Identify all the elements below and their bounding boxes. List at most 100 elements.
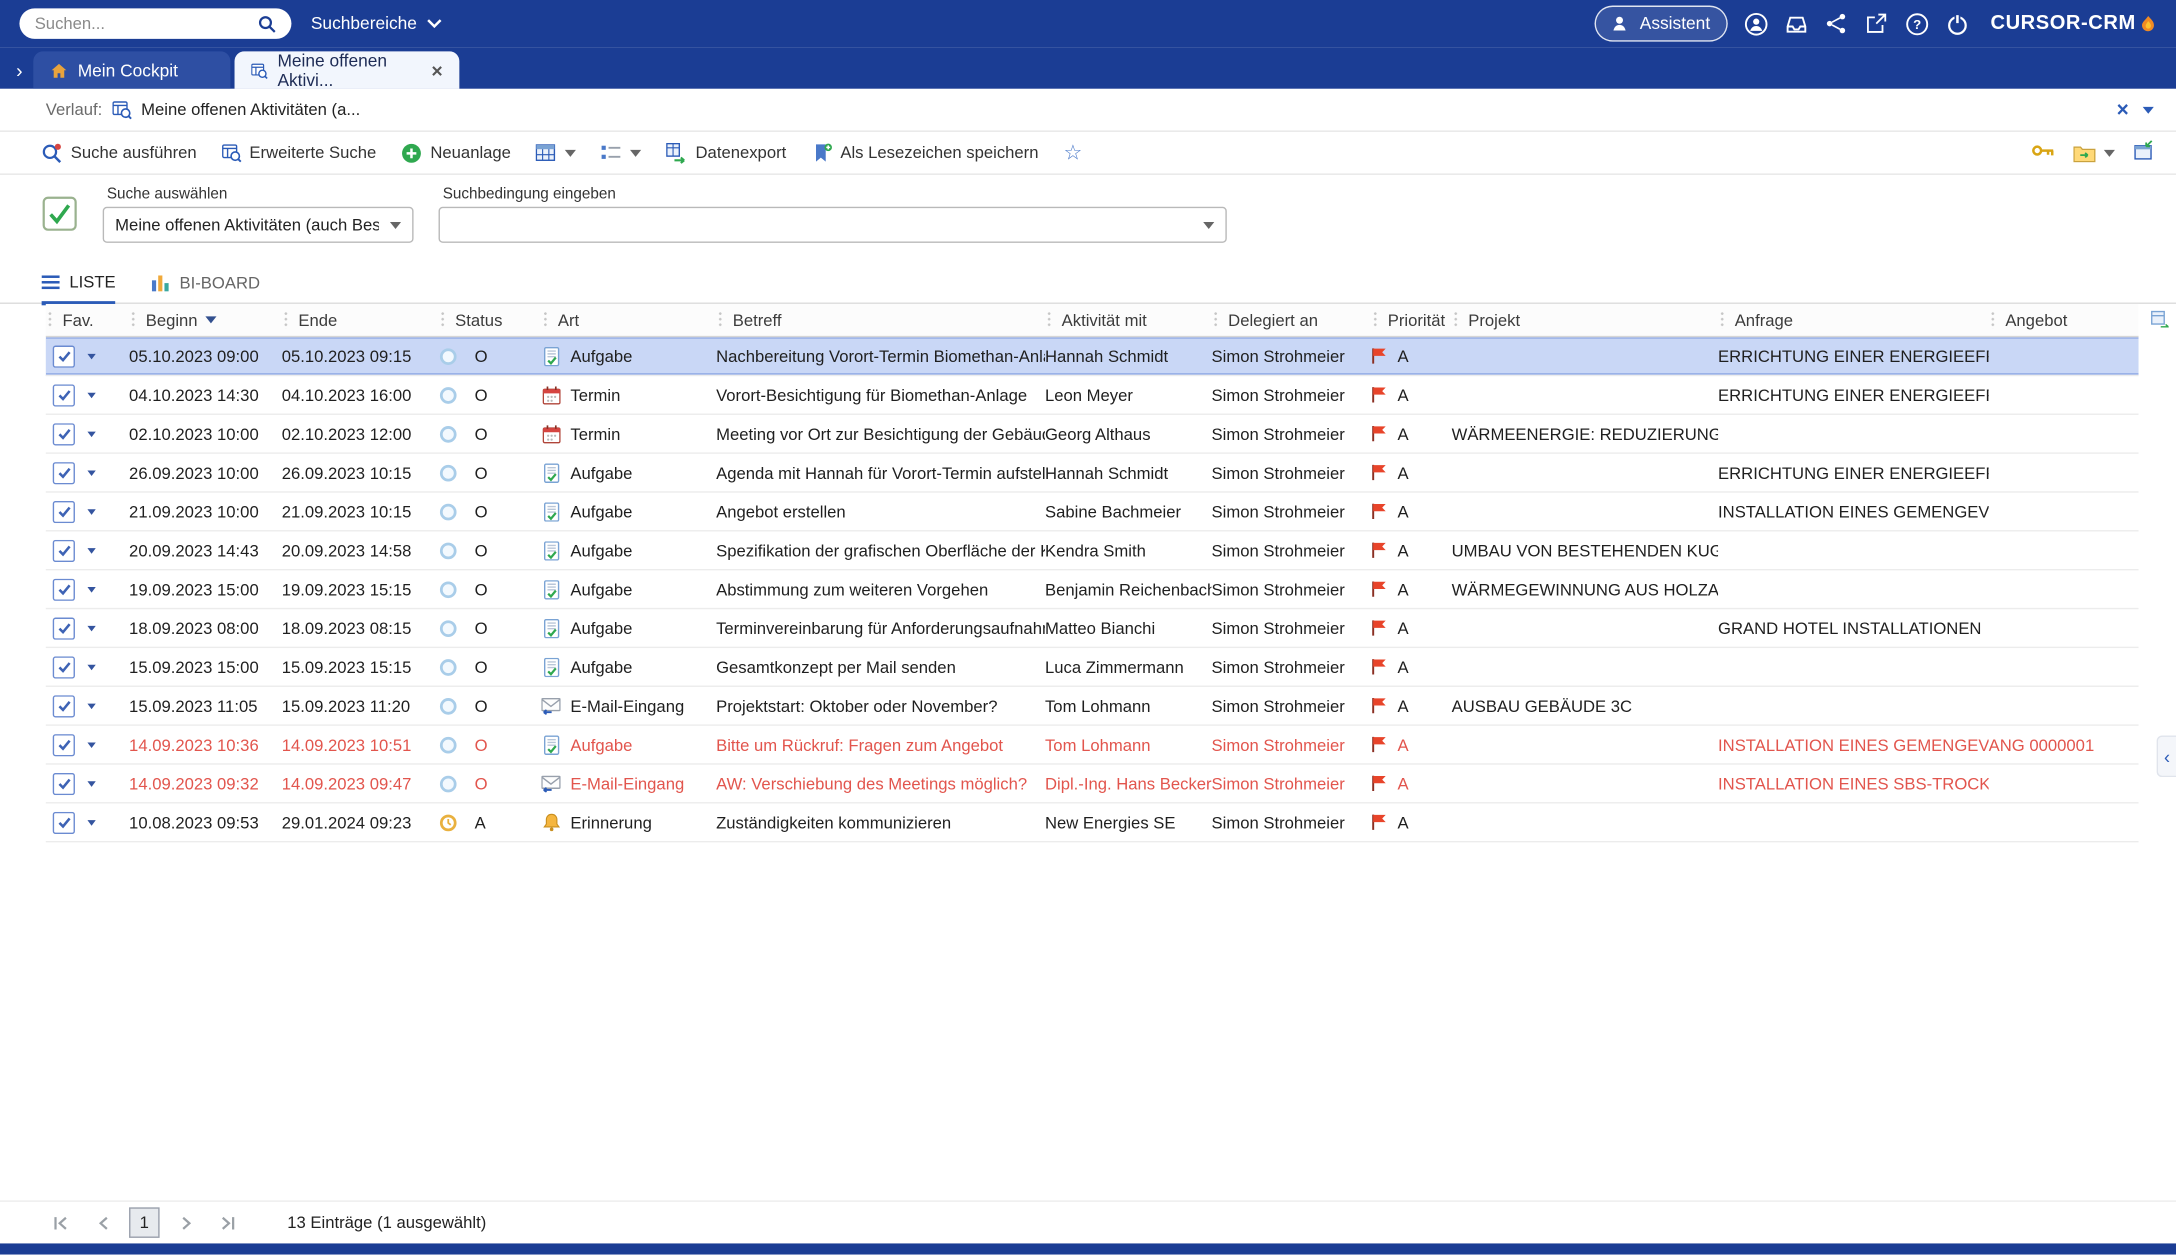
new-record-button[interactable]: Neuanlage xyxy=(401,142,511,163)
column-drag-handle[interactable] xyxy=(130,310,137,329)
column-header-art[interactable]: Art xyxy=(541,310,716,330)
favorite-checkbox[interactable] xyxy=(52,694,75,717)
column-header-status[interactable]: Status xyxy=(439,310,542,330)
favorite-checkbox[interactable] xyxy=(52,772,75,795)
table-import-icon[interactable] xyxy=(2133,140,2154,165)
table-row[interactable]: 26.09.2023 10:00 26.09.2023 10:15 O Aufg… xyxy=(45,454,2139,493)
search-icon[interactable] xyxy=(254,11,279,36)
favorite-checkbox[interactable] xyxy=(52,733,75,756)
row-menu-caret[interactable] xyxy=(87,353,96,359)
column-drag-handle[interactable] xyxy=(1372,310,1379,329)
column-drag-handle[interactable] xyxy=(1719,310,1725,329)
favorite-star-icon[interactable]: ☆ xyxy=(1063,142,1082,163)
pager-prev-button[interactable] xyxy=(87,1209,118,1237)
column-drag-handle[interactable] xyxy=(1212,310,1219,329)
share-icon[interactable] xyxy=(1824,11,1849,36)
table-row[interactable]: 02.10.2023 10:00 02.10.2023 12:00 O Term… xyxy=(45,415,2139,454)
row-menu-caret[interactable] xyxy=(87,819,96,826)
pager-next-button[interactable] xyxy=(171,1209,202,1237)
table-row[interactable]: 21.09.2023 10:00 21.09.2023 10:15 O Aufg… xyxy=(45,493,2139,532)
favorite-checkbox[interactable] xyxy=(52,422,75,445)
column-drag-handle[interactable] xyxy=(47,310,53,329)
favorite-checkbox[interactable] xyxy=(52,383,75,406)
tab-close-icon[interactable]: × xyxy=(431,60,442,79)
permissions-key-icon[interactable] xyxy=(2032,142,2056,164)
history-close-icon[interactable]: × xyxy=(2117,99,2129,120)
save-bookmark-button[interactable]: Als Lesezeichen speichern xyxy=(811,142,1038,163)
pager-last-button[interactable] xyxy=(212,1209,243,1237)
pager-first-button[interactable] xyxy=(46,1209,77,1237)
data-export-button[interactable]: Datenexport xyxy=(666,142,786,164)
favorite-checkbox[interactable] xyxy=(52,655,75,678)
table-row[interactable]: 20.09.2023 14:43 20.09.2023 14:58 O Aufg… xyxy=(45,532,2139,571)
row-menu-caret[interactable] xyxy=(87,392,96,398)
column-drag-handle[interactable] xyxy=(542,310,549,329)
run-search-button[interactable]: Suche ausführen xyxy=(42,142,197,163)
tab-mein-cockpit[interactable]: Mein Cockpit xyxy=(33,51,231,89)
column-header-betreff[interactable]: Betreff xyxy=(716,310,1045,330)
view-tab-liste[interactable]: LISTE xyxy=(41,272,116,306)
column-header-projekt[interactable]: Projekt xyxy=(1452,310,1718,330)
advanced-search-button[interactable]: Erweiterte Suche xyxy=(221,143,376,162)
column-drag-handle[interactable] xyxy=(283,310,289,329)
table-row[interactable]: 10.08.2023 09:53 29.01.2024 09:23 A Erin… xyxy=(45,804,2139,843)
favorite-checkbox[interactable] xyxy=(52,344,75,368)
table-row[interactable]: 14.09.2023 09:32 14.09.2023 09:47 O E-Ma… xyxy=(45,765,2139,804)
open-window-icon[interactable] xyxy=(1864,11,1889,36)
favorite-checkbox[interactable] xyxy=(52,616,75,640)
open-folder-dropdown[interactable] xyxy=(2073,144,2115,162)
row-menu-caret[interactable] xyxy=(87,741,96,748)
right-panel-expander[interactable]: ‹ xyxy=(2156,735,2176,778)
column-header-beginn[interactable]: Beginn xyxy=(129,310,282,330)
favorite-checkbox[interactable] xyxy=(52,811,75,834)
account-icon[interactable] xyxy=(1743,11,1768,36)
column-header-angebot[interactable]: Angebot xyxy=(1989,310,2169,330)
global-search-input[interactable] xyxy=(31,12,246,35)
search-condition-dropdown[interactable] xyxy=(438,206,1227,243)
row-menu-caret[interactable] xyxy=(87,508,96,515)
list-view-dropdown[interactable] xyxy=(601,143,642,162)
search-scope-dropdown[interactable]: Suchbereiche xyxy=(311,14,443,33)
column-header-ende[interactable]: Ende xyxy=(282,310,439,330)
global-search[interactable] xyxy=(19,8,292,39)
row-menu-caret[interactable] xyxy=(87,586,96,592)
pager-current-page[interactable]: 1 xyxy=(129,1207,160,1238)
table-row[interactable]: 14.09.2023 10:36 14.09.2023 10:51 O Aufg… xyxy=(45,726,2139,765)
row-menu-caret[interactable] xyxy=(87,702,96,709)
table-row[interactable]: 15.09.2023 15:00 15.09.2023 15:15 O Aufg… xyxy=(45,648,2139,687)
table-view-dropdown[interactable] xyxy=(535,143,577,162)
table-row[interactable]: 15.09.2023 11:05 15.09.2023 11:20 O E-Ma… xyxy=(45,687,2139,726)
row-menu-caret[interactable] xyxy=(87,625,96,631)
row-menu-caret[interactable] xyxy=(87,469,96,476)
table-row[interactable]: 05.10.2023 09:00 05.10.2023 09:15 O Aufg… xyxy=(45,337,2139,377)
table-row[interactable]: 04.10.2023 14:30 04.10.2023 16:00 O Term… xyxy=(45,376,2139,415)
assistant-button[interactable]: Assistent xyxy=(1593,5,1729,42)
column-drag-handle[interactable] xyxy=(1990,310,1996,329)
table-row[interactable]: 18.09.2023 08:00 18.09.2023 08:15 O Aufg… xyxy=(45,609,2139,649)
column-header-delegiert-an[interactable]: Delegiert an xyxy=(1212,310,1372,330)
favorite-checkbox[interactable] xyxy=(52,539,75,562)
view-tab-bi-board[interactable]: BI-BOARD xyxy=(152,273,260,302)
help-icon[interactable]: ? xyxy=(1904,11,1929,36)
column-drag-handle[interactable] xyxy=(717,310,724,329)
favorite-checkbox[interactable] xyxy=(52,578,75,601)
row-menu-caret[interactable] xyxy=(87,430,96,437)
row-menu-caret[interactable] xyxy=(87,664,96,670)
column-header-fav[interactable]: Fav. xyxy=(46,310,129,330)
panel-expand-chevron[interactable]: › xyxy=(6,60,34,89)
table-row[interactable]: 19.09.2023 15:00 19.09.2023 15:15 O Aufg… xyxy=(45,570,2139,610)
column-drag-handle[interactable] xyxy=(439,310,446,329)
search-select-dropdown[interactable]: Meine offenen Aktivitäten (auch Besp... xyxy=(102,206,414,243)
history-chevron-icon[interactable] xyxy=(2142,106,2154,114)
column-header-aktivitaet-mit[interactable]: Aktivität mit xyxy=(1045,310,1212,330)
column-drag-handle[interactable] xyxy=(1046,310,1052,329)
history-value[interactable]: Meine offenen Aktivitäten (a... xyxy=(141,100,360,119)
column-header-anfrage[interactable]: Anfrage xyxy=(1718,310,1989,330)
logout-power-icon[interactable] xyxy=(1945,11,1970,36)
row-menu-caret[interactable] xyxy=(87,547,96,554)
inbox-icon[interactable] xyxy=(1784,11,1809,36)
row-menu-caret[interactable] xyxy=(87,780,96,787)
tab-meine-offenen-aktivitaeten[interactable]: Meine offenen Aktivi... × xyxy=(234,51,460,90)
column-drag-handle[interactable] xyxy=(1452,310,1459,329)
column-header-prioritaet[interactable]: Priorität xyxy=(1371,310,1451,330)
